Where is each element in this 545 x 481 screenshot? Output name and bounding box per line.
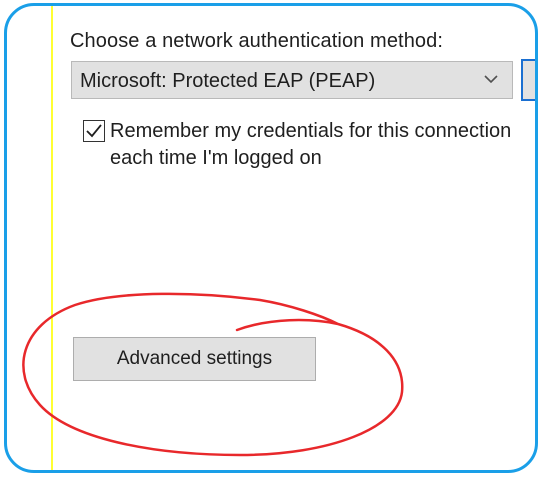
red-circle-annotation	[22, 292, 404, 457]
